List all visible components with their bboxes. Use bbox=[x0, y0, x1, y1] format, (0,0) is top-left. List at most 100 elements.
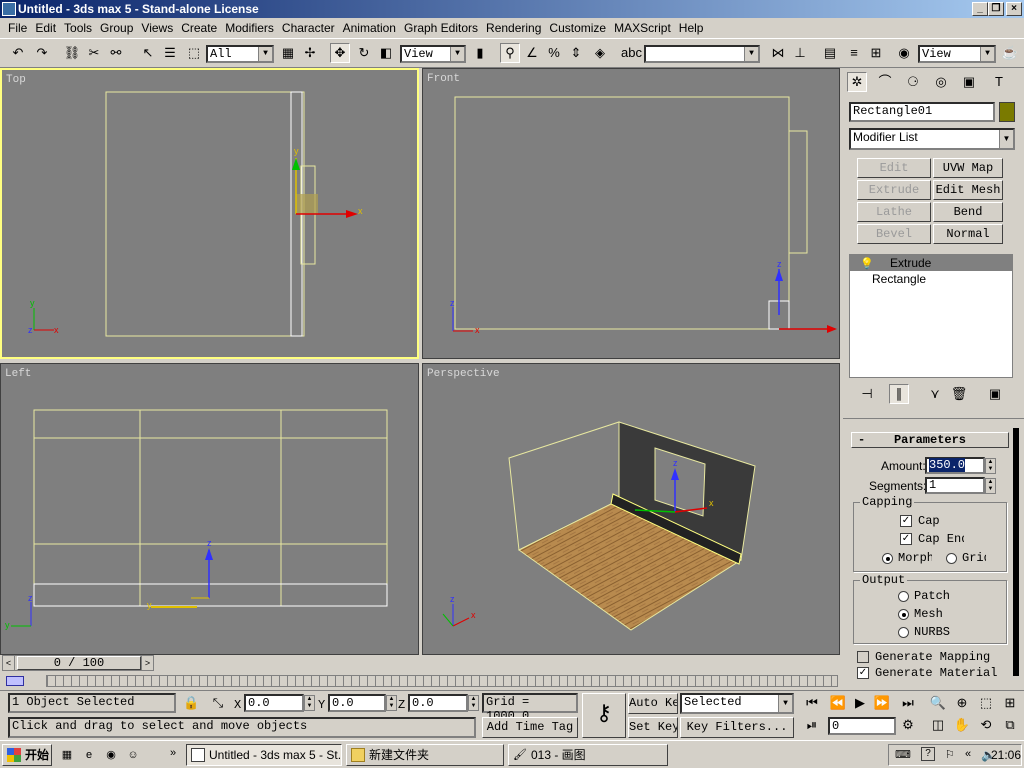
z-spinner[interactable]: ▲ ▼ bbox=[468, 695, 479, 711]
time-slider[interactable]: < 0 / 100 > bbox=[2, 655, 154, 671]
snap-toggle-icon[interactable]: ⚲ bbox=[500, 43, 520, 63]
edit-mesh-button[interactable]: Edit Mesh bbox=[933, 180, 1003, 200]
track-bar[interactable] bbox=[46, 675, 838, 687]
menu-edit[interactable]: Edit bbox=[31, 21, 60, 35]
zoom-all-icon[interactable]: ⊕ bbox=[952, 693, 972, 713]
patch-radio[interactable] bbox=[898, 591, 909, 602]
task-paint[interactable]: 🖌 013 - 画图 bbox=[508, 744, 668, 766]
render-type-dropdown[interactable]: View ▼ bbox=[918, 45, 996, 63]
maximize-viewport-icon[interactable]: ⧉ bbox=[1000, 715, 1020, 735]
panel-scrollbar[interactable] bbox=[1013, 428, 1019, 676]
minimize-button[interactable]: _ bbox=[972, 2, 988, 16]
auto-key-button[interactable]: Auto Key bbox=[628, 693, 678, 714]
cap-start-checkbox[interactable]: ✓ bbox=[900, 515, 912, 527]
schematic-view-icon[interactable]: ⊞ bbox=[866, 43, 886, 63]
menu-views[interactable]: Views bbox=[137, 21, 177, 35]
set-key-button[interactable]: Set Key bbox=[628, 717, 678, 738]
zoom-icon[interactable]: 🔍 bbox=[928, 693, 948, 713]
utilities-tab-icon[interactable]: T bbox=[989, 72, 1009, 92]
bend-button[interactable]: Bend bbox=[933, 202, 1003, 222]
named-selection-dropdown[interactable]: ▼ bbox=[644, 45, 760, 63]
time-slider-position[interactable]: 0 / 100 bbox=[17, 656, 141, 670]
next-frame-icon[interactable]: > bbox=[141, 656, 153, 670]
menu-graph-editors[interactable]: Graph Editors bbox=[400, 21, 482, 35]
lock-selection-icon[interactable]: 🔒 bbox=[182, 693, 200, 713]
stack-item-rectangle[interactable]: Rectangle bbox=[850, 271, 1012, 287]
go-to-start-icon[interactable]: ⏮ bbox=[802, 693, 822, 713]
modify-tab-icon[interactable]: ⌒ bbox=[875, 72, 895, 92]
nurbs-radio[interactable] bbox=[898, 627, 909, 638]
next-frame-icon[interactable]: ⏩ bbox=[872, 693, 892, 713]
remove-modifier-icon[interactable]: 🗑 bbox=[949, 384, 969, 404]
menu-help[interactable]: Help bbox=[675, 21, 708, 35]
pivot-center-icon[interactable]: ▮ bbox=[470, 43, 490, 63]
chevron-left-icon[interactable]: « bbox=[965, 748, 971, 760]
select-icon[interactable]: ↖ bbox=[138, 43, 158, 63]
layer-manager-icon[interactable]: ▤ bbox=[820, 43, 840, 63]
mirror-icon[interactable]: ⋈ bbox=[768, 43, 788, 63]
display-tab-icon[interactable]: ▣ bbox=[959, 72, 979, 92]
previous-frame-icon[interactable]: ⏪ bbox=[828, 693, 848, 713]
select-and-move-icon[interactable]: ✥ bbox=[330, 43, 350, 63]
stack-item-extrude[interactable]: 💡 Extrude bbox=[850, 255, 1012, 271]
zoom-extents-all-icon[interactable]: ⊞ bbox=[1000, 693, 1020, 713]
menu-character[interactable]: Character bbox=[278, 21, 339, 35]
start-button[interactable]: 开始 bbox=[2, 744, 52, 766]
pan-icon[interactable]: ✋ bbox=[952, 715, 972, 735]
lathe-button[interactable]: Lathe bbox=[857, 202, 931, 222]
browser-icon[interactable]: e bbox=[80, 745, 98, 763]
viewport-perspective[interactable]: Perspective z x z x bbox=[422, 363, 840, 655]
task-new-folder[interactable]: 新建文件夹 bbox=[346, 744, 504, 766]
y-coord-field[interactable]: 0.0 bbox=[328, 694, 386, 712]
y-spinner[interactable]: ▲ ▼ bbox=[386, 695, 397, 711]
chevron-right-icon[interactable]: » bbox=[170, 747, 176, 759]
absolute-mode-icon[interactable]: ⤡ bbox=[208, 693, 228, 713]
show-end-result-icon[interactable]: ∥ bbox=[889, 384, 909, 404]
set-key-icon[interactable]: ⚷ bbox=[582, 693, 626, 738]
current-frame-field[interactable]: 0 bbox=[828, 717, 896, 735]
menu-group[interactable]: Group bbox=[96, 21, 137, 35]
light-bulb-icon[interactable]: 💡 bbox=[860, 256, 874, 272]
task-3dsmax[interactable]: Untitled - 3ds max 5 - St... bbox=[186, 744, 342, 766]
close-button[interactable]: × bbox=[1006, 2, 1022, 16]
play-icon[interactable]: ▶ bbox=[850, 693, 870, 713]
selection-filter-dropdown[interactable]: All ▼ bbox=[206, 45, 274, 63]
track-view-icon[interactable]: ≡ bbox=[844, 43, 864, 63]
extrude-button[interactable]: Extrude bbox=[857, 180, 931, 200]
bind-space-warp-icon[interactable]: ⚯ bbox=[106, 43, 126, 63]
create-tab-icon[interactable]: ✲ bbox=[847, 72, 867, 92]
zoom-extents-icon[interactable]: ⬚ bbox=[976, 693, 996, 713]
restore-button[interactable]: ❐ bbox=[988, 2, 1004, 16]
viewport-front[interactable]: Front z z x bbox=[422, 68, 840, 359]
configure-modifier-sets-icon[interactable]: ▣ bbox=[985, 384, 1005, 404]
grid-radio[interactable] bbox=[946, 553, 957, 564]
undo-icon[interactable]: ↶ bbox=[8, 43, 28, 63]
prev-frame-icon[interactable]: < bbox=[3, 656, 15, 670]
pin-stack-icon[interactable]: ⊣ bbox=[857, 384, 877, 404]
object-color-swatch[interactable] bbox=[999, 102, 1015, 122]
cap-end-checkbox[interactable]: ✓ bbox=[900, 533, 912, 545]
unlink-icon[interactable]: ✂ bbox=[84, 43, 104, 63]
show-desktop-icon[interactable]: ▦ bbox=[58, 745, 76, 763]
key-filters-button[interactable]: Key Filters... bbox=[680, 717, 794, 738]
motion-tab-icon[interactable]: ◎ bbox=[931, 72, 951, 92]
align-icon[interactable]: ⊥ bbox=[790, 43, 810, 63]
media-icon[interactable]: ◉ bbox=[102, 745, 120, 763]
menu-create[interactable]: Create bbox=[177, 21, 221, 35]
go-to-end-icon[interactable]: ⏭ bbox=[898, 693, 918, 713]
region-select-icon[interactable]: ⬚ bbox=[184, 43, 204, 63]
quicklaunch-icon[interactable]: ☺ bbox=[124, 745, 142, 763]
x-spinner[interactable]: ▲ ▼ bbox=[304, 695, 315, 711]
generate-mapping-checkbox[interactable] bbox=[857, 651, 869, 663]
generate-material-checkbox[interactable]: ✓ bbox=[857, 667, 869, 679]
spinner-snap-icon[interactable]: ⇕ bbox=[566, 43, 586, 63]
amount-spinner[interactable]: ▲ ▼ bbox=[985, 458, 996, 474]
mesh-radio[interactable] bbox=[898, 609, 909, 620]
viewport-top[interactable]: Top y x y x z bbox=[0, 68, 419, 359]
bevel-button[interactable]: Bevel bbox=[857, 224, 931, 244]
quick-render-icon[interactable]: ☕ bbox=[1000, 43, 1020, 63]
hierarchy-tab-icon[interactable]: ⚆ bbox=[903, 72, 923, 92]
select-and-rotate-icon[interactable]: ↻ bbox=[354, 43, 374, 63]
uvw-map-button[interactable]: UVW Map bbox=[933, 158, 1003, 178]
redo-icon[interactable]: ↷ bbox=[32, 43, 52, 63]
